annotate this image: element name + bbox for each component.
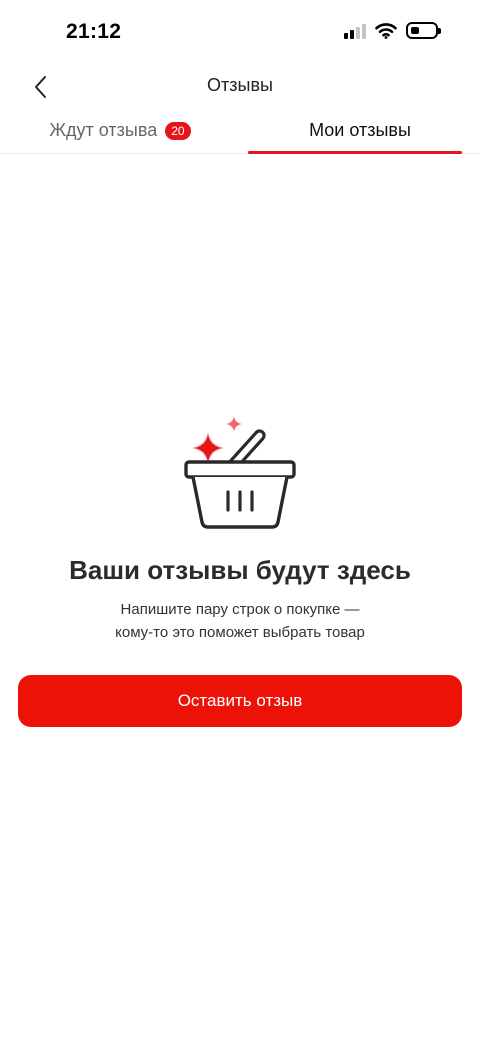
tab-awaiting-review[interactable]: Ждут отзыва 20	[0, 112, 240, 153]
header: Отзывы	[0, 64, 480, 108]
battery-icon	[406, 22, 441, 39]
empty-state-subtitle-line: Напишите пару строк о покупке —	[120, 601, 360, 618]
leave-review-button[interactable]: Оставить отзыв	[18, 675, 462, 727]
page-title: Отзывы	[207, 75, 273, 95]
tab-label: Ждут отзыва	[49, 120, 158, 140]
signal-icon	[344, 23, 366, 39]
status-time: 21:12	[66, 20, 122, 43]
shopping-basket-sparkle-icon	[184, 416, 296, 529]
count-badge: 20	[165, 121, 191, 140]
wifi-icon	[375, 22, 397, 39]
tabs: Ждут отзыва 20 Мои отзывы	[0, 112, 480, 154]
empty-state-subtitle-line: кому-то это поможет выбрать товар	[115, 624, 365, 641]
tab-my-reviews[interactable]: Мои отзывы	[240, 112, 480, 154]
empty-state-title: Ваши отзывы будут здесь	[69, 555, 411, 585]
empty-state-subtitle: Напишите пару строк о покупке — кому-то …	[0, 598, 480, 644]
active-tab-indicator	[248, 151, 462, 154]
status-bar: 21:12	[0, 0, 480, 64]
reviews-screen: 21:12 Отзывы Ждут отзыва 20 Мои отзывы В…	[0, 0, 480, 1041]
tab-label: Мои отзывы	[309, 120, 411, 140]
status-icons	[344, 22, 441, 39]
